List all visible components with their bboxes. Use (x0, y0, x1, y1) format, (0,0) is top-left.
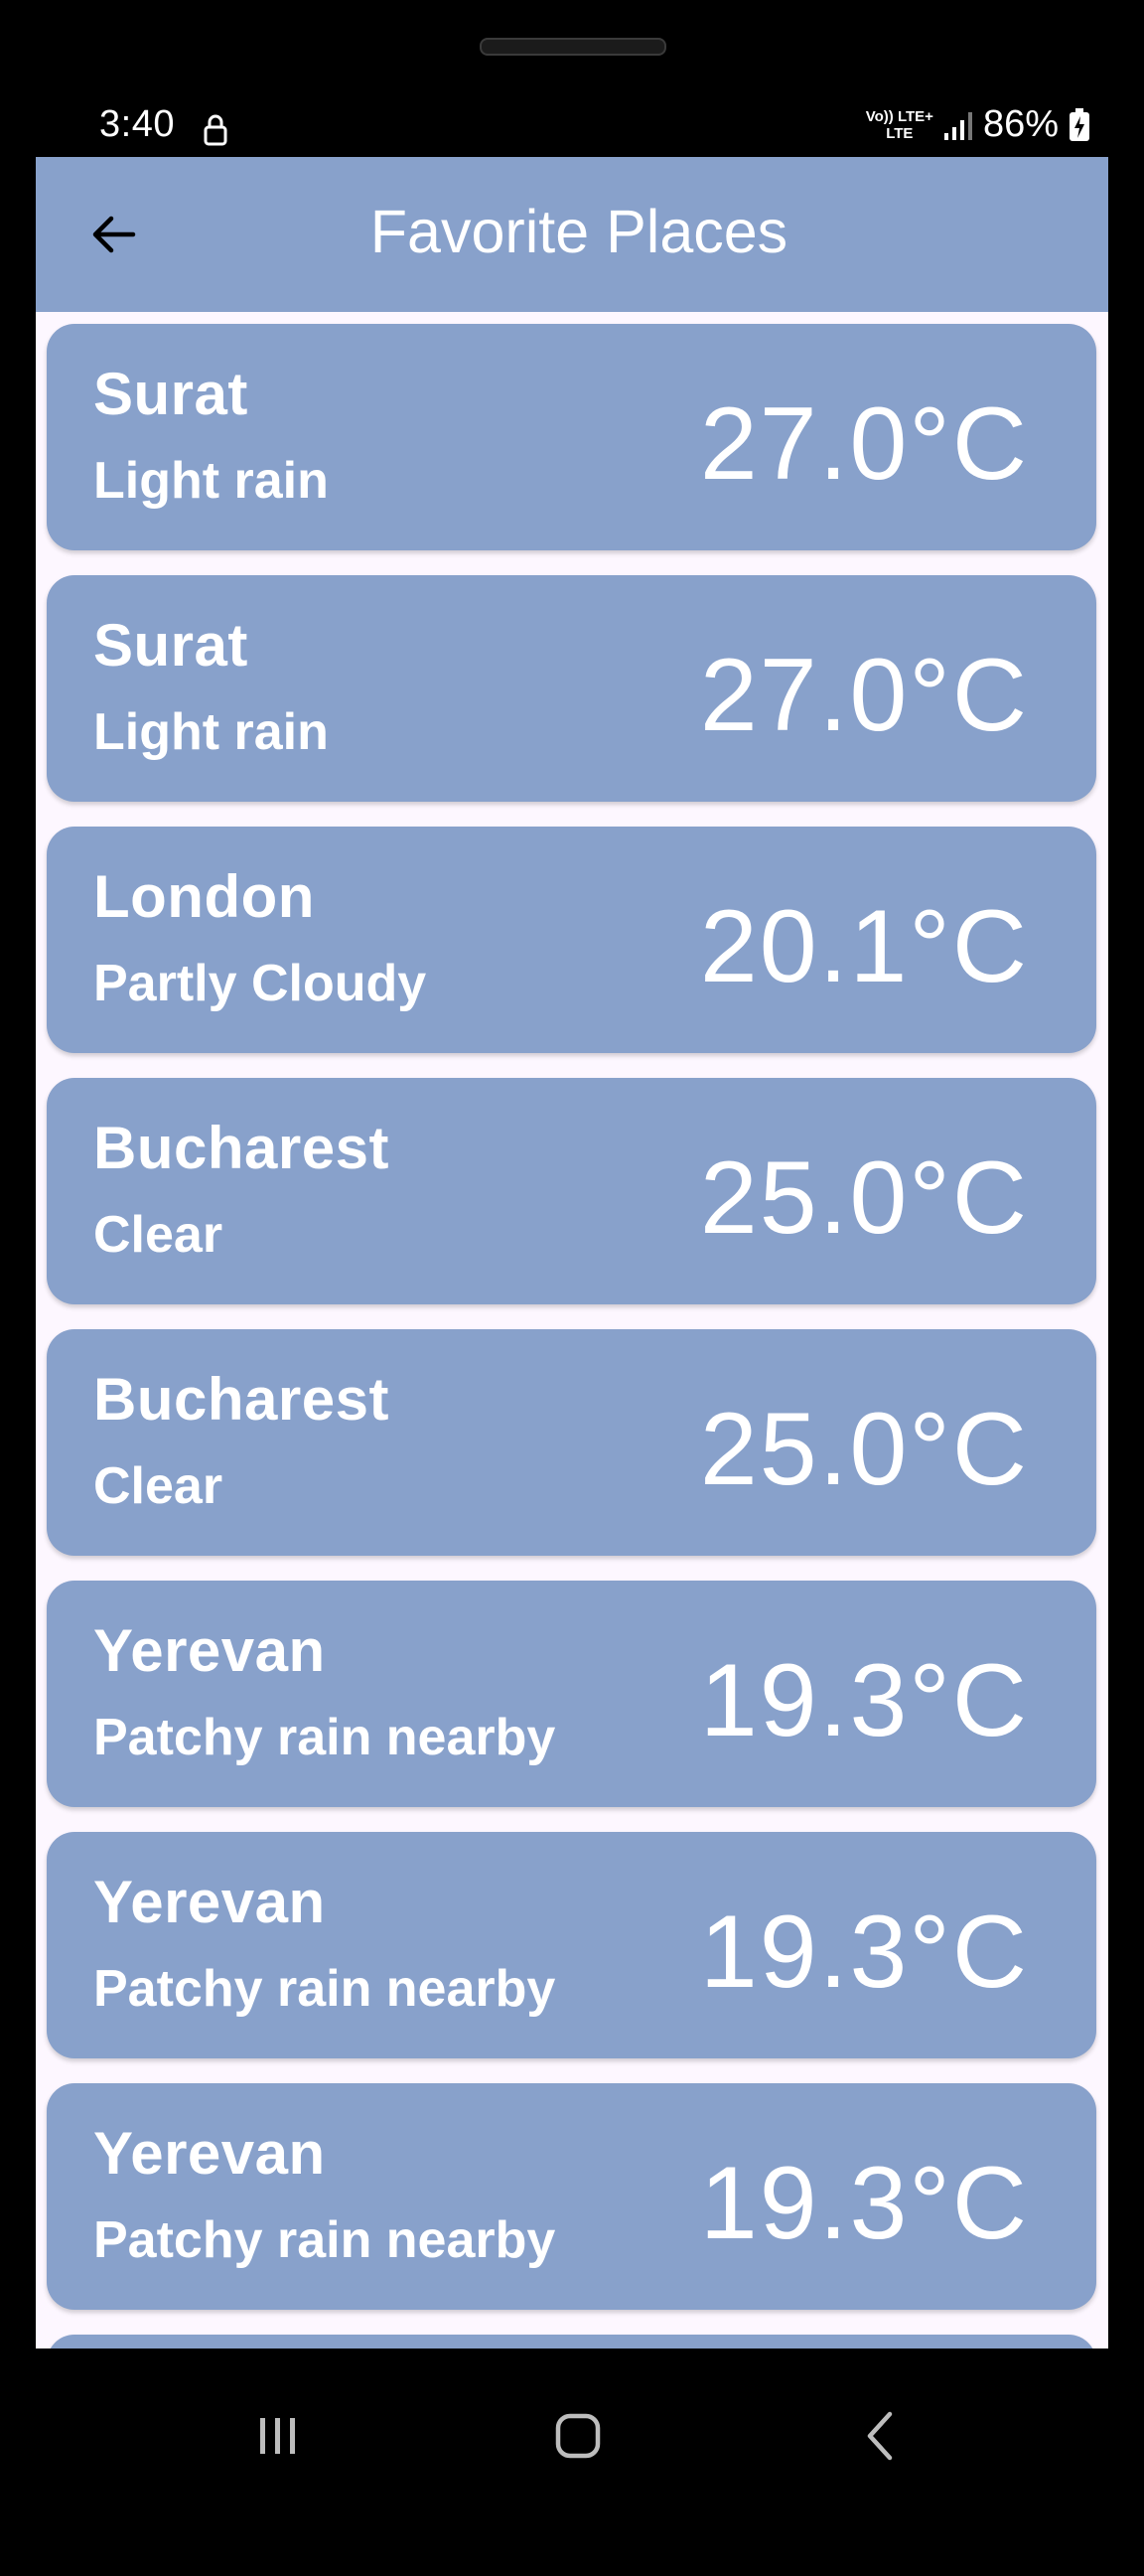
place-temperature: 19.3°C (699, 2146, 1029, 2261)
phone-frame: 3:40 Vo)) LTE+ LTE 86% Favorite Places S… (0, 0, 1144, 2576)
signal-icon (943, 111, 972, 140)
place-condition: Clear (93, 1206, 223, 1264)
place-card[interactable]: Yerevan Patchy rain nearby 19.3°C (47, 1581, 1096, 1807)
network-bottom-label: LTE (886, 124, 914, 142)
place-condition: Patchy rain nearby (93, 1960, 556, 2018)
battery-charging-icon (1070, 107, 1089, 141)
place-card[interactable]: Bucharest Clear 25.0°C (47, 1078, 1096, 1304)
place-condition: Light rain (93, 452, 329, 510)
place-condition: Patchy rain nearby (93, 2211, 556, 2269)
nav-back-button[interactable] (830, 2386, 930, 2486)
place-card[interactable]: Yerevan Patchy rain nearby 19.3°C (47, 2083, 1096, 2310)
earpiece-speaker (480, 38, 666, 56)
place-temperature: 25.0°C (699, 1140, 1029, 1256)
place-city: London (93, 863, 315, 930)
place-city: Surat (93, 612, 248, 679)
place-card[interactable]: London Partly Cloudy 20.1°C (47, 827, 1096, 1053)
home-button[interactable] (528, 2386, 628, 2486)
place-city: Bucharest (93, 1366, 389, 1433)
place-city: Surat (93, 361, 248, 427)
place-city: Yerevan (93, 1869, 326, 1935)
status-right: Vo)) LTE+ LTE 86% (866, 103, 1090, 146)
place-card[interactable]: Surat Light rain 27.0°C (47, 575, 1096, 802)
place-temperature: 20.1°C (699, 889, 1029, 1004)
recents-button[interactable] (228, 2386, 328, 2486)
place-card-partial[interactable] (47, 2335, 1096, 2349)
place-temperature: 27.0°C (699, 386, 1029, 502)
status-bar: 3:40 Vo)) LTE+ LTE 86% (36, 95, 1108, 161)
nav-back-icon (867, 2411, 893, 2461)
system-nav-bar (0, 2349, 1144, 2517)
recents-icon (260, 2418, 295, 2454)
status-time: 3:40 (99, 103, 175, 145)
place-condition: Patchy rain nearby (93, 1709, 556, 1766)
place-temperature: 19.3°C (699, 1643, 1029, 1758)
place-card[interactable]: Surat Light rain 27.0°C (47, 324, 1096, 550)
app-screen: Favorite Places Surat Light rain 27.0°C … (36, 157, 1108, 2349)
place-condition: Clear (93, 1457, 223, 1515)
place-condition: Partly Cloudy (93, 955, 427, 1012)
place-temperature: 25.0°C (699, 1392, 1029, 1507)
place-condition: Light rain (93, 703, 329, 761)
place-city: Bucharest (93, 1115, 389, 1181)
home-icon (555, 2413, 601, 2459)
place-temperature: 19.3°C (699, 1894, 1029, 2010)
place-city: Yerevan (93, 2120, 326, 2187)
place-city: Yerevan (93, 1617, 326, 1684)
lock-icon (204, 114, 227, 146)
battery-percent: 86% (982, 103, 1059, 145)
favorites-list[interactable]: Surat Light rain 27.0°C Surat Light rain… (47, 324, 1096, 2349)
network-top-label: Vo)) LTE+ (865, 107, 933, 125)
place-temperature: 27.0°C (699, 638, 1029, 753)
network-indicator: Vo)) LTE+ LTE (866, 108, 933, 142)
place-card[interactable]: Yerevan Patchy rain nearby 19.3°C (47, 1832, 1096, 2058)
place-card[interactable]: Bucharest Clear 25.0°C (47, 1329, 1096, 1556)
app-bar: Favorite Places (36, 157, 1108, 312)
page-title: Favorite Places (369, 198, 788, 265)
